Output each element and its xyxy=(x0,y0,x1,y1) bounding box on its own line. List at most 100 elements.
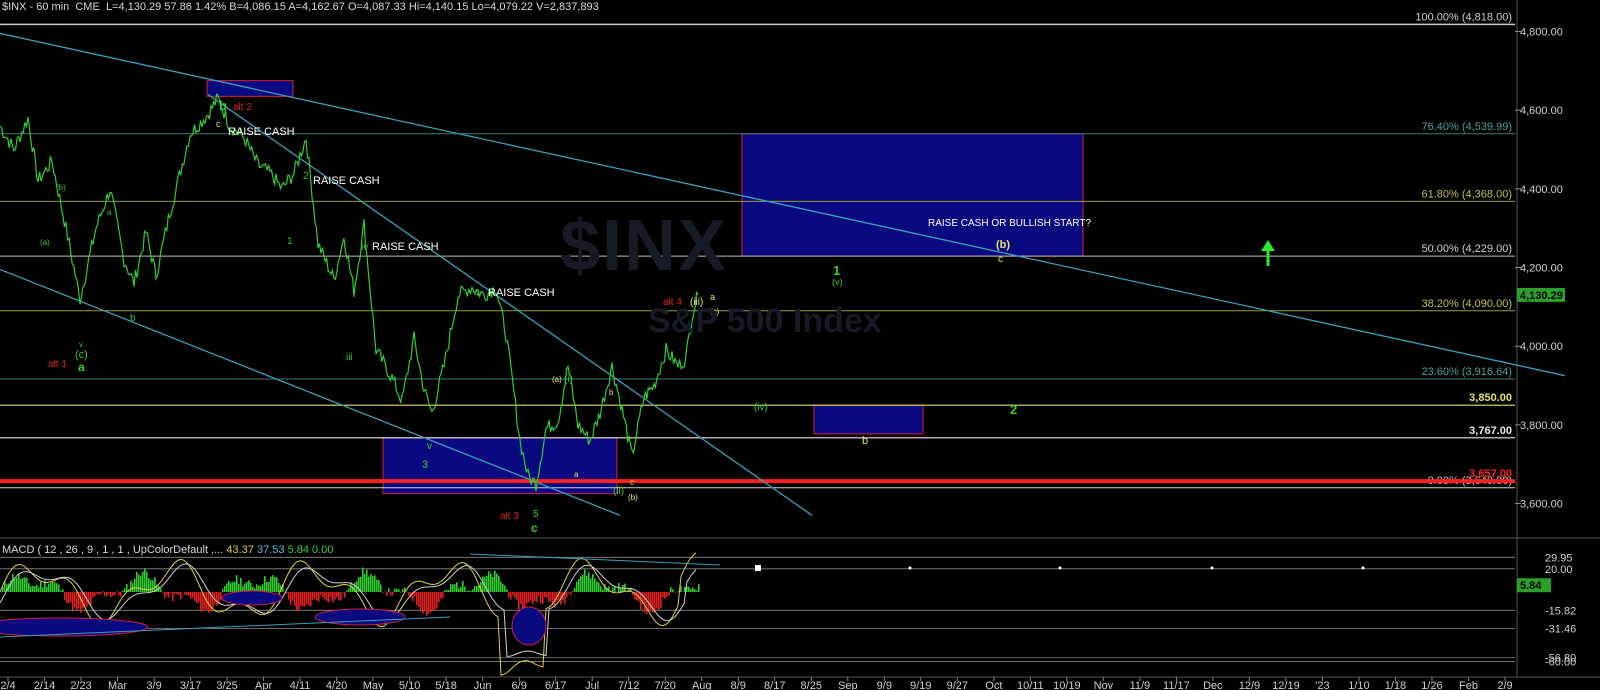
price-chart[interactable]: 100.00% (4,818.00) 76.40% (4,539.99) 61.80… xyxy=(0,0,1600,690)
macd-bar xyxy=(662,591,664,598)
macd-bar xyxy=(398,589,400,592)
x-tick-label: Aug xyxy=(692,680,712,690)
macd-bar xyxy=(344,591,346,598)
x-tick-label: 4/11 xyxy=(290,680,311,690)
macd-bar xyxy=(582,574,584,592)
macd-bar xyxy=(308,591,310,606)
macd-bar xyxy=(336,591,338,598)
macd-bar xyxy=(230,582,232,592)
macd-bar xyxy=(474,586,476,592)
macd-bar xyxy=(200,591,202,612)
macd-bar xyxy=(576,581,578,592)
x-tick-label: 7/20 xyxy=(655,680,676,690)
macd-bar xyxy=(458,588,460,592)
wave-label: RAISE CASH OR BULLISH START? xyxy=(928,218,1091,229)
macd-bar xyxy=(104,591,106,596)
macd-bar xyxy=(468,590,470,592)
macd-bar xyxy=(150,579,152,592)
wave-label: (b) xyxy=(996,239,1010,251)
wave-label: 2 xyxy=(303,171,309,182)
macd-bar xyxy=(402,589,404,592)
macd-bar xyxy=(212,591,214,610)
macd-bar xyxy=(130,580,132,592)
wave-label: RAISE CASH xyxy=(488,287,555,299)
macd-bar xyxy=(648,591,650,611)
wave-label: (b) xyxy=(628,493,638,502)
macd-bar xyxy=(64,591,66,600)
macd-bar xyxy=(452,584,454,592)
macd-bar xyxy=(454,584,456,592)
quote-header: $INX - 60 min CME L=4,130.29 57.86 1.42%… xyxy=(2,1,599,13)
macd-bar xyxy=(528,591,530,603)
macd-bar xyxy=(30,586,32,592)
macd-dot xyxy=(908,566,912,570)
macd-bar xyxy=(332,591,334,603)
wave-label: c xyxy=(998,254,1003,265)
wave-label: alt 2 xyxy=(233,102,252,113)
macd-bar xyxy=(494,570,496,592)
fib-label: 76.40% (4,539.99) xyxy=(1421,121,1512,133)
macd-bar xyxy=(40,581,42,592)
macd-bar xyxy=(222,588,224,592)
macd-bar xyxy=(594,578,596,592)
wave-label: RAISE CASH xyxy=(313,175,380,187)
macd-bar xyxy=(228,581,230,592)
macd-bar xyxy=(508,591,510,598)
wave-label: (b) xyxy=(56,183,66,192)
macd-bar xyxy=(472,589,474,592)
macd-bar xyxy=(514,591,516,598)
macd-bar xyxy=(312,591,314,600)
macd-bar xyxy=(504,585,506,592)
macd-bar xyxy=(378,579,380,592)
macd-bar xyxy=(380,584,382,592)
x-tick-label: 8/9 xyxy=(731,680,746,690)
macd-bar xyxy=(390,591,392,596)
wave-label: a xyxy=(710,292,715,302)
fib-label: 23.60% (3,916.64) xyxy=(1421,366,1512,378)
macd-bar xyxy=(600,586,602,592)
macd-bar xyxy=(370,573,372,592)
macd-bar xyxy=(232,582,234,592)
macd-bar xyxy=(518,591,520,610)
macd-bar xyxy=(108,591,110,594)
y-tick-label: 3,600.00 xyxy=(1520,499,1563,511)
level-label: 3,657.00 xyxy=(1469,468,1512,480)
macd-bar xyxy=(502,583,504,592)
wave-label: (a) xyxy=(40,238,50,247)
macd-bar xyxy=(456,582,458,592)
macd-bar xyxy=(278,583,280,592)
macd-bar xyxy=(58,584,60,592)
x-tick-label: 5/18 xyxy=(435,680,456,690)
macd-bar xyxy=(578,578,580,592)
macd-bar xyxy=(170,591,172,593)
macd-bar xyxy=(136,571,138,592)
macd-bar xyxy=(100,591,102,595)
macd-bar xyxy=(164,591,166,599)
macd-bar xyxy=(416,591,418,606)
macd-bar xyxy=(296,591,298,612)
macd-bar xyxy=(190,591,192,599)
y-tick-label: 4,200.00 xyxy=(1520,263,1563,275)
macd-bar xyxy=(566,591,568,597)
macd-bar xyxy=(268,581,270,592)
wave-label: 4 xyxy=(474,288,480,299)
last-price: L=4,130.29 xyxy=(105,1,162,13)
macd-bar xyxy=(568,591,570,594)
macd-bar xyxy=(12,574,14,592)
x-tick-label: 3/9 xyxy=(146,680,161,690)
macd-bar xyxy=(374,575,376,592)
macd-bar xyxy=(476,585,478,592)
macd-bar xyxy=(516,591,518,600)
macd-bar xyxy=(388,588,390,592)
y-tick-label: 4,000.00 xyxy=(1520,341,1563,353)
symbol-label: $INX - 60 min CME xyxy=(2,1,100,13)
macd-bar xyxy=(176,591,178,595)
wave-label: c xyxy=(630,478,634,487)
macd-bar xyxy=(692,587,694,592)
macd-bar xyxy=(574,587,576,592)
macd-ellipse xyxy=(221,590,283,606)
macd-bar xyxy=(118,591,120,596)
x-tick-label: '23 xyxy=(1315,680,1329,690)
wave-label: 2 xyxy=(1010,402,1017,417)
macd-bar xyxy=(52,581,54,592)
